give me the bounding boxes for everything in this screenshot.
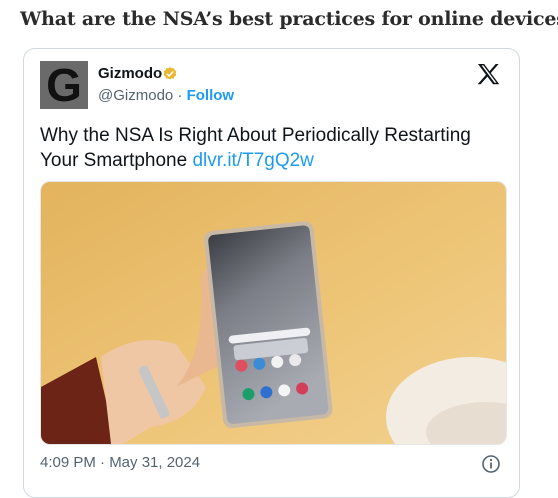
tweet-link[interactable]: dlvr.it/T7gQ2w: [192, 150, 313, 171]
info-icon[interactable]: [481, 454, 501, 474]
photo-illustration: [41, 182, 506, 444]
separator: ·: [173, 87, 187, 104]
author-name[interactable]: Gizmodo: [98, 65, 162, 82]
avatar-letter: G: [46, 59, 82, 111]
avatar[interactable]: G: [40, 61, 88, 109]
article-heading: What are the NSA’s best practices for on…: [20, 8, 558, 30]
timestamp[interactable]: 4:09 PM · May 31, 2024: [40, 454, 200, 471]
verified-badge-icon: [163, 67, 177, 80]
author-handle-row: @Gizmodo · Follow: [98, 87, 234, 104]
author-handle[interactable]: @Gizmodo: [98, 87, 173, 104]
embedded-tweet[interactable]: G Gizmodo @Gizmodo · Follow Why the NSA …: [23, 48, 520, 498]
x-logo-icon[interactable]: [477, 63, 501, 85]
tweet-photo[interactable]: [40, 181, 507, 445]
tweet-text-block: Why the NSA Is Right About Periodically …: [40, 123, 505, 173]
follow-button[interactable]: Follow: [187, 87, 235, 104]
